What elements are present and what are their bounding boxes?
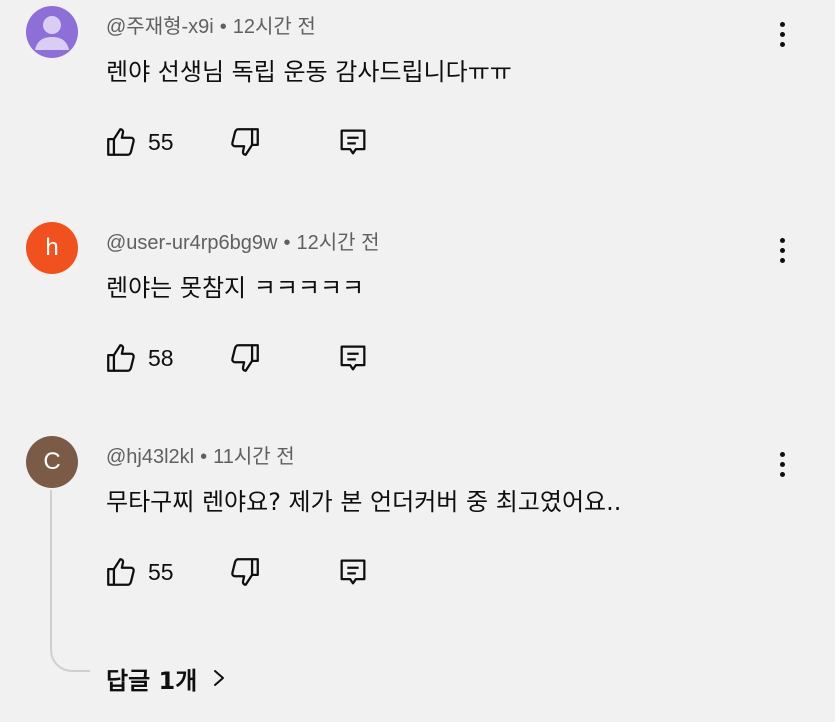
chevron-right-icon — [214, 670, 225, 686]
thumbs-up-icon — [107, 558, 135, 586]
comment-meta: @hj43l2kl • 11시간 전 — [106, 440, 295, 469]
comment-reply-icon — [340, 129, 366, 155]
more-options-button[interactable] — [770, 232, 794, 268]
thumbs-up-icon — [107, 344, 135, 372]
timestamp[interactable]: 11시간 전 — [213, 446, 295, 468]
avatar[interactable]: C — [26, 436, 78, 488]
comment-text: 무타구찌 렌야요? 제가 본 언더커버 중 최고였어요.. — [106, 488, 622, 516]
timestamp[interactable]: 12시간 전 — [233, 16, 316, 38]
separator-dot: • — [283, 232, 291, 254]
default-profile-icon — [35, 16, 69, 50]
thumbs-down-icon — [231, 558, 259, 586]
author-name[interactable]: @user-ur4rp6bg9w — [106, 232, 278, 254]
like-count: 55 — [148, 128, 174, 155]
reply-button[interactable] — [336, 122, 370, 162]
more-options-button[interactable] — [770, 16, 794, 52]
comment: @주재형-x9i • 12시간 전 렌야 선생님 독립 운동 감사드립니다ㅠㅠ 55 — [0, 6, 835, 176]
comment: h @user-ur4rp6bg9w • 12시간 전 렌야는 못참지 ㅋㅋㅋㅋㅋ … — [0, 222, 835, 392]
separator-dot: • — [219, 16, 227, 38]
comment-reply-icon — [340, 345, 366, 371]
more-options-button[interactable] — [770, 446, 794, 482]
dislike-button[interactable] — [228, 552, 262, 592]
separator-dot: • — [200, 446, 208, 468]
comment-meta: @주재형-x9i • 12시간 전 — [106, 10, 316, 39]
comment-reply-icon — [340, 559, 366, 585]
thumbs-down-icon — [231, 128, 259, 156]
like-button[interactable]: 55 — [104, 122, 174, 162]
avatar-letter: C — [43, 448, 61, 475]
like-count: 55 — [148, 558, 174, 585]
comment-actions: 55 — [104, 122, 404, 162]
like-button[interactable]: 58 — [104, 338, 174, 378]
timestamp[interactable]: 12시간 전 — [297, 232, 380, 254]
comment: C @hj43l2kl • 11시간 전 무타구찌 렌야요? 제가 본 언더커버 중… — [0, 436, 835, 606]
reply-button[interactable] — [336, 552, 370, 592]
replies-label: 답글 1개 — [106, 666, 198, 695]
author-name[interactable]: @hj43l2kl — [106, 446, 194, 468]
comment-actions: 58 — [104, 338, 404, 378]
avatar[interactable]: h — [26, 222, 78, 274]
comment-actions: 55 — [104, 552, 404, 592]
reply-thread-line — [50, 490, 90, 672]
comment-meta: @user-ur4rp6bg9w • 12시간 전 — [106, 226, 380, 255]
view-replies-button[interactable]: 답글 1개 — [106, 658, 227, 698]
reply-button[interactable] — [336, 338, 370, 378]
dislike-button[interactable] — [228, 338, 262, 378]
author-name[interactable]: @주재형-x9i — [106, 16, 214, 38]
comment-text: 렌야 선생님 독립 운동 감사드립니다ㅠㅠ — [106, 58, 512, 86]
avatar[interactable] — [26, 6, 78, 58]
like-count: 58 — [148, 344, 174, 371]
comment-text: 렌야는 못참지 ㅋㅋㅋㅋㅋ — [106, 274, 365, 302]
thumbs-up-icon — [107, 128, 135, 156]
thumbs-down-icon — [231, 344, 259, 372]
like-button[interactable]: 55 — [104, 552, 174, 592]
dislike-button[interactable] — [228, 122, 262, 162]
avatar-letter: h — [45, 234, 59, 261]
